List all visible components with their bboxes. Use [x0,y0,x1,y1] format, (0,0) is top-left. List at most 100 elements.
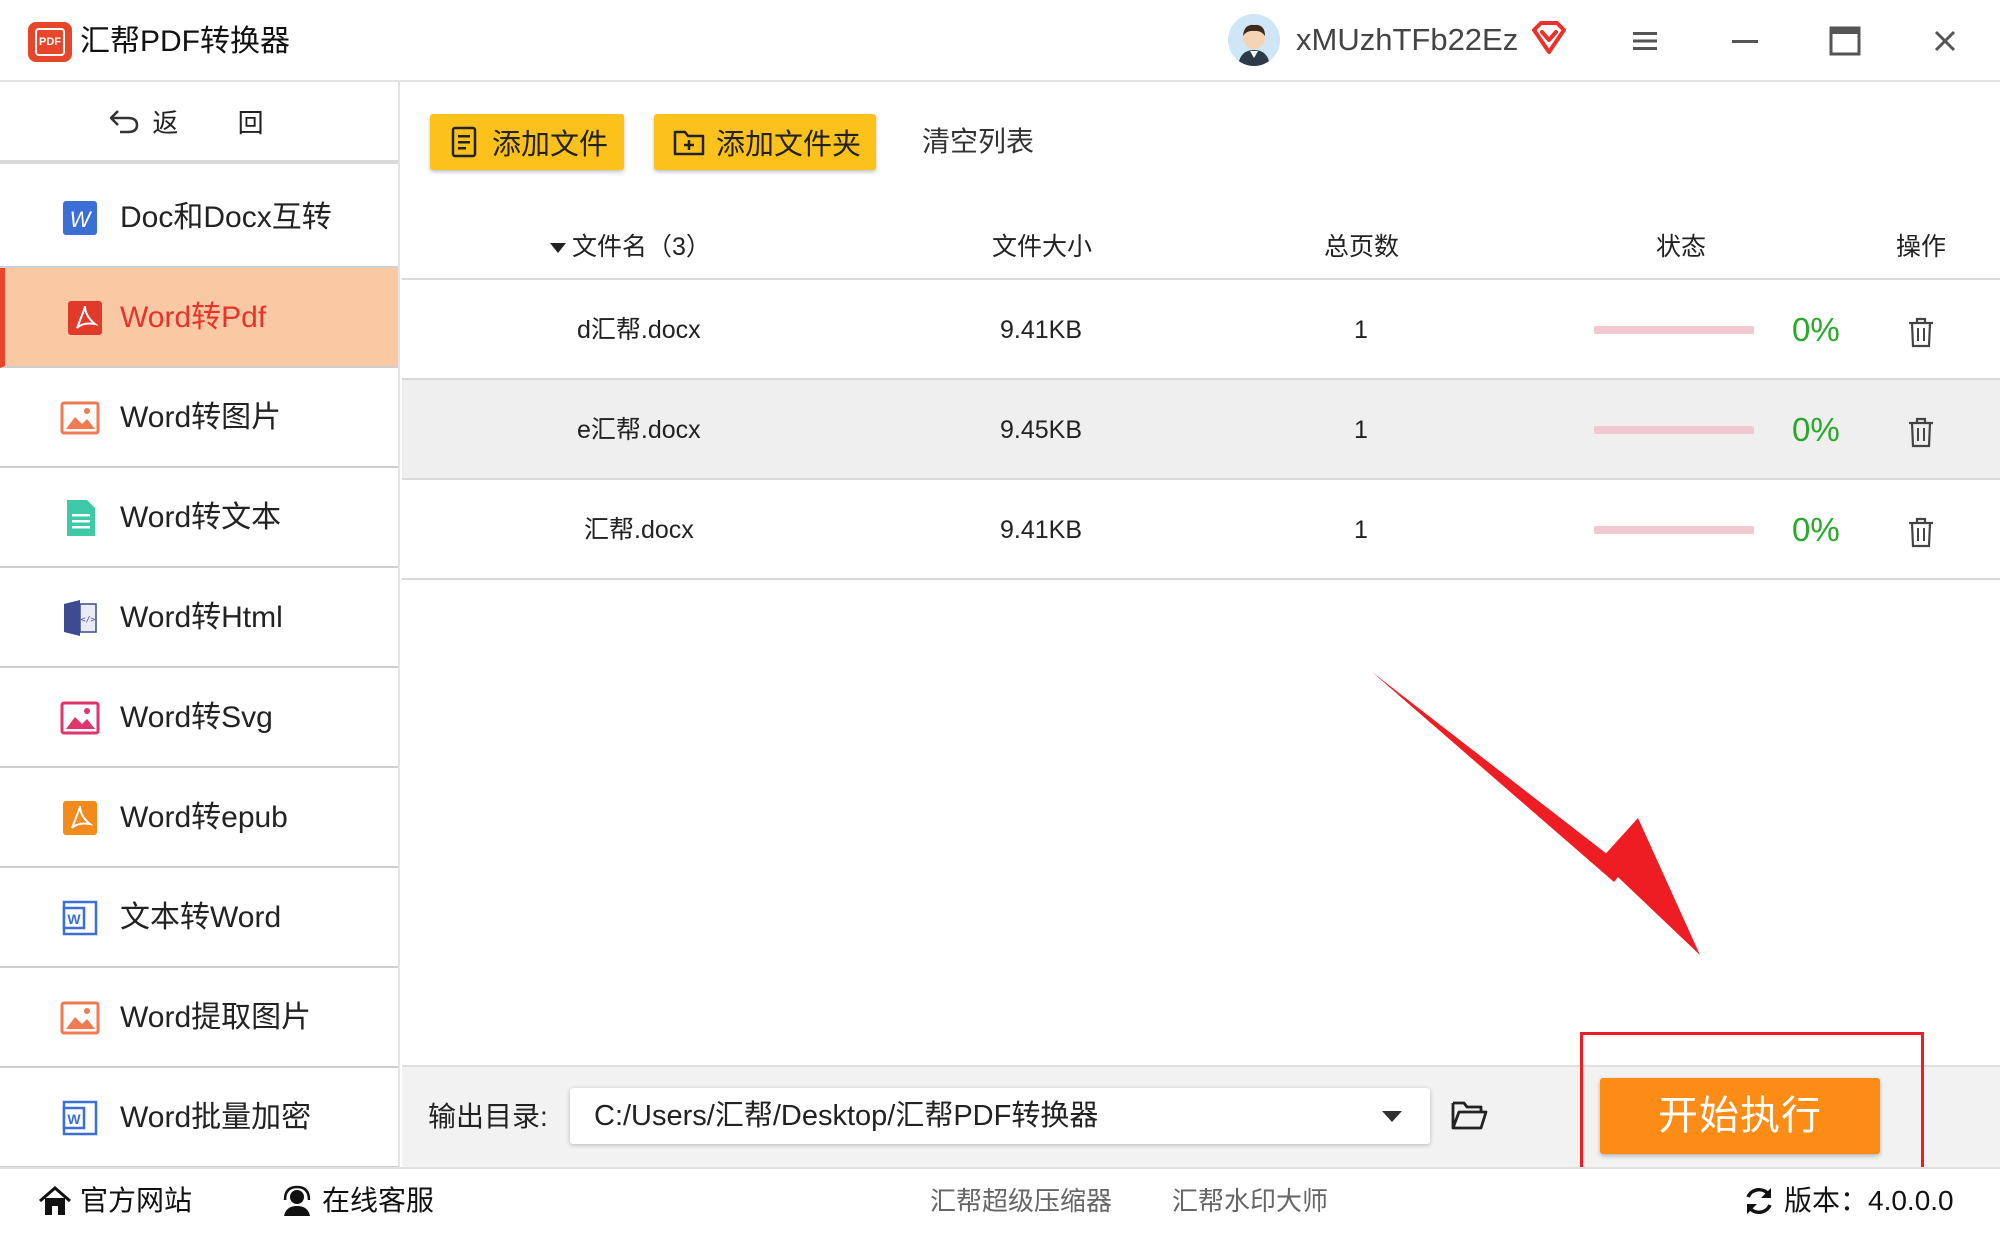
html-icon: </> [64,600,97,636]
open-folder-icon[interactable] [1450,1097,1488,1133]
progress-bar [1594,326,1754,334]
progress-percent: 0% [1792,311,1840,348]
output-dir-select[interactable]: C:/Users/汇帮/Desktop/汇帮PDF转换器 [570,1088,1430,1144]
page-count: 1 [1354,416,1368,444]
sidebar-item-word-epub[interactable]: Word转epub [0,768,398,868]
progress-percent: 0% [1792,411,1840,448]
chevron-down-icon [1382,1111,1402,1122]
sidebar-item-label: Word批量加密 [120,1101,312,1134]
home-icon [39,1186,71,1215]
sidebar-item-label: Doc和Docx互转 [120,201,332,234]
watermark-link[interactable]: 汇帮水印大师 [1172,1181,1328,1221]
maximize-icon[interactable] [1822,18,1868,64]
back-arrow-icon [110,110,139,134]
sidebar-item-text-word[interactable]: W 文本转Word [0,868,398,968]
version-info[interactable]: 版本：4.0.0.0 [1742,1181,1954,1221]
sidebar-item-doc-docx[interactable]: W Doc和Docx互转 [0,168,398,268]
sidebar-item-word-encrypt[interactable]: W Word批量加密 [0,1068,398,1168]
pdf-icon [63,801,97,835]
add-folder-label: 添加文件夹 [716,129,862,161]
column-header-name-label: 文件名（3） [572,233,711,261]
column-header-action: 操作 [1896,233,1947,261]
sidebar-item-word-extract-image[interactable]: Word提取图片 [0,968,398,1068]
username[interactable]: xMUzhTFb22Ez [1296,20,1518,60]
column-header-name[interactable]: 文件名（3） [550,228,711,266]
word-icon: W [63,201,97,235]
add-file-label: 添加文件 [492,129,609,161]
add-file-icon [451,126,477,158]
close-icon[interactable] [1922,18,1968,64]
compressor-link[interactable]: 汇帮超级压缩器 [930,1181,1112,1221]
menu-icon[interactable] [1622,18,1668,64]
online-support-link[interactable]: 在线客服 [280,1181,434,1221]
svg-text:</>: </> [81,615,96,624]
sidebar-item-label: Word提取图片 [120,1001,312,1034]
progress-bar [1594,526,1754,534]
svg-text:W: W [67,911,81,927]
sidebar-item-word-svg[interactable]: Word转Svg [0,668,398,768]
column-header-status: 状态 [1656,233,1707,261]
page-count: 1 [1354,516,1368,544]
column-header-size: 文件大小 [992,233,1093,261]
sort-down-icon [550,243,566,254]
vip-diamond-icon[interactable] [1530,20,1568,56]
official-website-label: 官方网站 [80,1185,193,1216]
sidebar-item-word-pdf[interactable]: Word转Pdf [0,268,398,368]
add-file-button[interactable]: 添加文件 [430,114,624,170]
column-header-pages: 总页数 [1324,233,1400,261]
table-row[interactable]: 汇帮.docx 9.41KB 1 0% [402,480,2000,580]
refresh-icon [1746,1187,1772,1215]
sidebar-item-label: Word转Svg [120,701,273,734]
add-folder-icon [673,130,705,156]
file-table-header: 文件名（3） 文件大小 总页数 状态 操作 [402,214,2000,280]
start-button[interactable]: 开始执行 [1600,1078,1880,1154]
sidebar-item-word-image[interactable]: Word转图片 [0,368,398,468]
image-icon [60,401,100,435]
svg-text:W: W [70,207,93,232]
word-icon: W [62,1100,98,1136]
version-label: 版本：4.0.0.0 [1784,1185,1954,1216]
app-title: 汇帮PDF转换器 [80,25,290,58]
progress-percent: 0% [1792,511,1840,548]
back-button[interactable]: 返 回 [0,82,398,164]
output-dir-label: 输出目录: [428,1101,548,1132]
sidebar-item-word-html[interactable]: </> Word转Html [0,568,398,668]
file-name: 汇帮.docx [584,516,694,544]
text-file-icon [67,500,95,536]
output-dir-value: C:/Users/汇帮/Desktop/汇帮PDF转换器 [594,1100,1099,1132]
word-icon: W [62,900,98,936]
sidebar-item-label: Word转图片 [120,401,282,434]
footer: 官方网站 在线客服 汇帮超级压缩器 汇帮水印大师 版本：4.0.0.0 [0,1167,2000,1234]
minimize-icon[interactable] [1722,18,1768,64]
file-name: e汇帮.docx [577,416,701,444]
avatar[interactable] [1228,14,1280,66]
table-row[interactable]: e汇帮.docx 9.45KB 1 0% [402,380,2000,480]
table-row[interactable]: d汇帮.docx 9.41KB 1 0% [402,280,2000,380]
sidebar-item-label: Word转Html [120,601,283,634]
sidebar-item-label: Word转epub [120,801,288,834]
back-label: 返 回 [152,107,290,138]
trash-icon[interactable] [1906,316,1936,348]
svg-text:W: W [67,1111,81,1127]
sidebar-item-label: 文本转Word [120,901,282,934]
sidebar-item-word-text[interactable]: Word转文本 [0,468,398,568]
clear-list-button[interactable]: 清空列表 [922,122,1034,162]
progress-bar [1594,426,1754,434]
file-name: d汇帮.docx [577,316,701,344]
title-bar: PDF 汇帮PDF转换器 xMUzhTFb22Ez [0,0,2000,82]
annotation-arrow [1372,672,1700,955]
sidebar-item-label: Word转Pdf [120,301,267,334]
sidebar-item-label: Word转文本 [120,501,282,534]
file-size: 9.41KB [1000,316,1083,344]
add-folder-button[interactable]: 添加文件夹 [654,114,876,170]
trash-icon[interactable] [1906,516,1936,548]
customer-service-icon [283,1185,311,1216]
app-logo-icon: PDF [28,22,72,62]
trash-icon[interactable] [1906,416,1936,448]
online-support-label: 在线客服 [322,1185,435,1216]
page-count: 1 [1354,316,1368,344]
file-size: 9.45KB [1000,416,1083,444]
svg-image-icon [60,701,100,735]
official-website-link[interactable]: 官方网站 [38,1181,192,1221]
image-icon [60,1001,100,1035]
